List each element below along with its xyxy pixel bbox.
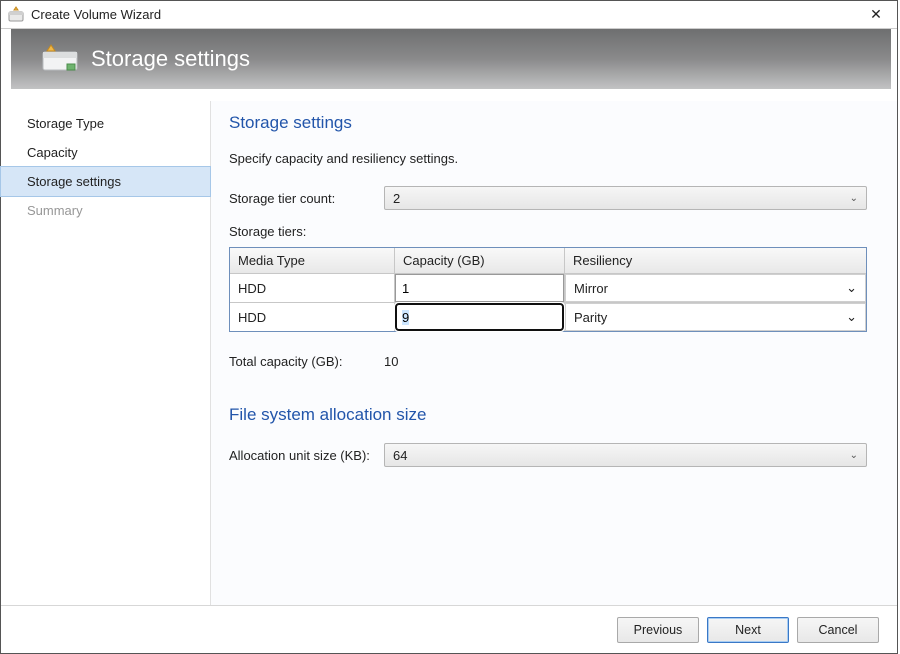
wizard-header: Storage settings [11, 29, 891, 89]
resiliency-select-0[interactable]: Mirror ⌄ [565, 274, 866, 302]
cell-resiliency: Parity ⌄ [565, 303, 866, 331]
allocation-value: 64 [393, 448, 407, 463]
cell-capacity [395, 274, 565, 302]
table-row: HDD Parity ⌄ [230, 302, 866, 331]
previous-button[interactable]: Previous [617, 617, 699, 643]
sidebar-item-capacity[interactable]: Capacity [1, 138, 210, 167]
section-subtext: Specify capacity and resiliency settings… [229, 151, 867, 166]
resiliency-value-1: Parity [574, 310, 607, 325]
tiers-table: Media Type Capacity (GB) Resiliency HDD … [229, 247, 867, 332]
col-resiliency[interactable]: Resiliency [565, 248, 866, 273]
allocation-select[interactable]: 64 ⌄ [384, 443, 867, 467]
tier-count-label: Storage tier count: [229, 191, 384, 206]
section-heading-storage: Storage settings [229, 113, 867, 133]
wizard-footer: Previous Next Cancel [1, 605, 897, 653]
tier-count-row: Storage tier count: 2 ⌄ [229, 186, 867, 210]
tiers-header: Media Type Capacity (GB) Resiliency [230, 248, 866, 273]
wizard-window: Create Volume Wizard ✕ Storage settings … [0, 0, 898, 654]
volume-large-icon [39, 44, 81, 74]
sidebar-item-storage-settings[interactable]: Storage settings [0, 166, 211, 197]
window-title: Create Volume Wizard [31, 7, 855, 22]
col-capacity[interactable]: Capacity (GB) [395, 248, 565, 273]
table-row: HDD Mirror ⌄ [230, 273, 866, 302]
wizard-main: Storage settings Specify capacity and re… [211, 101, 897, 605]
cell-media-type: HDD [230, 303, 395, 331]
wizard-body: Storage Type Capacity Storage settings S… [1, 89, 897, 605]
capacity-input-1[interactable] [395, 303, 564, 331]
close-button[interactable]: ✕ [855, 2, 897, 28]
cell-media-type: HDD [230, 274, 395, 302]
tiers-label: Storage tiers: [229, 224, 867, 239]
cell-capacity [395, 303, 565, 331]
wizard-header-title: Storage settings [91, 46, 250, 72]
capacity-input-0[interactable] [395, 274, 564, 302]
cell-resiliency: Mirror ⌄ [565, 274, 866, 302]
total-capacity-value: 10 [384, 354, 398, 369]
titlebar: Create Volume Wizard ✕ [1, 1, 897, 29]
next-button[interactable]: Next [707, 617, 789, 643]
chevron-down-icon: ⌄ [850, 450, 858, 461]
total-capacity-label: Total capacity (GB): [229, 354, 384, 369]
tier-count-value: 2 [393, 191, 400, 206]
cancel-button[interactable]: Cancel [797, 617, 879, 643]
sidebar-item-summary[interactable]: Summary [1, 196, 210, 225]
allocation-label: Allocation unit size (KB): [229, 448, 384, 463]
allocation-row: Allocation unit size (KB): 64 ⌄ [229, 443, 867, 467]
section-heading-allocation: File system allocation size [229, 405, 867, 425]
resiliency-select-1[interactable]: Parity ⌄ [565, 303, 866, 331]
close-icon: ✕ [870, 6, 882, 23]
col-media-type[interactable]: Media Type [230, 248, 395, 273]
chevron-down-icon: ⌄ [846, 309, 857, 325]
tier-count-select[interactable]: 2 ⌄ [384, 186, 867, 210]
chevron-down-icon: ⌄ [850, 193, 858, 204]
sidebar-item-storage-type[interactable]: Storage Type [1, 109, 210, 138]
chevron-down-icon: ⌄ [846, 280, 857, 296]
resiliency-value-0: Mirror [574, 281, 608, 296]
volume-wizard-icon [7, 6, 25, 24]
total-capacity-row: Total capacity (GB): 10 [229, 354, 867, 369]
wizard-sidebar: Storage Type Capacity Storage settings S… [1, 101, 211, 605]
